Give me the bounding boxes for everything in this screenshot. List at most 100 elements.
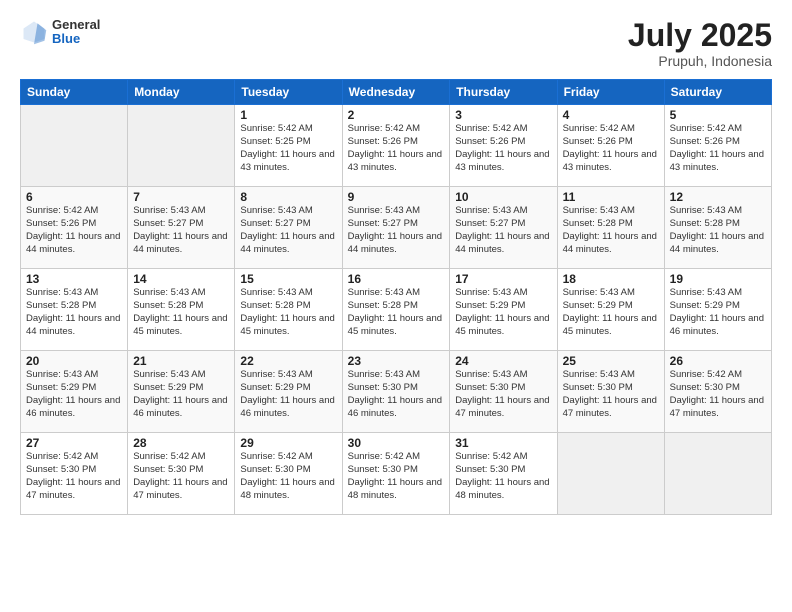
day-number: 17 — [455, 272, 551, 286]
day-number: 4 — [563, 108, 659, 122]
day-number: 10 — [455, 190, 551, 204]
calendar-cell: 22Sunrise: 5:43 AMSunset: 5:29 PMDayligh… — [235, 351, 342, 433]
calendar-cell: 16Sunrise: 5:43 AMSunset: 5:28 PMDayligh… — [342, 269, 450, 351]
calendar-title: July 2025 — [628, 18, 772, 53]
day-number: 8 — [240, 190, 336, 204]
calendar-cell: 20Sunrise: 5:43 AMSunset: 5:29 PMDayligh… — [21, 351, 128, 433]
header-sunday: Sunday — [21, 80, 128, 105]
day-info: Sunrise: 5:43 AMSunset: 5:28 PMDaylight:… — [563, 205, 659, 256]
calendar-cell: 8Sunrise: 5:43 AMSunset: 5:27 PMDaylight… — [235, 187, 342, 269]
calendar-week-row: 6Sunrise: 5:42 AMSunset: 5:26 PMDaylight… — [21, 187, 772, 269]
logo-blue-text: Blue — [52, 32, 100, 46]
calendar-table: Sunday Monday Tuesday Wednesday Thursday… — [20, 79, 772, 515]
header-thursday: Thursday — [450, 80, 557, 105]
day-info: Sunrise: 5:42 AMSunset: 5:26 PMDaylight:… — [563, 123, 659, 174]
day-number: 3 — [455, 108, 551, 122]
calendar-cell: 4Sunrise: 5:42 AMSunset: 5:26 PMDaylight… — [557, 105, 664, 187]
day-number: 5 — [670, 108, 766, 122]
logo-icon — [20, 18, 48, 46]
calendar-cell: 21Sunrise: 5:43 AMSunset: 5:29 PMDayligh… — [128, 351, 235, 433]
day-info: Sunrise: 5:43 AMSunset: 5:30 PMDaylight:… — [563, 369, 659, 420]
calendar-cell: 11Sunrise: 5:43 AMSunset: 5:28 PMDayligh… — [557, 187, 664, 269]
day-number: 15 — [240, 272, 336, 286]
calendar-cell: 1Sunrise: 5:42 AMSunset: 5:25 PMDaylight… — [235, 105, 342, 187]
day-info: Sunrise: 5:43 AMSunset: 5:28 PMDaylight:… — [133, 287, 229, 338]
calendar-cell: 14Sunrise: 5:43 AMSunset: 5:28 PMDayligh… — [128, 269, 235, 351]
day-number: 12 — [670, 190, 766, 204]
day-number: 1 — [240, 108, 336, 122]
calendar-cell: 23Sunrise: 5:43 AMSunset: 5:30 PMDayligh… — [342, 351, 450, 433]
day-info: Sunrise: 5:43 AMSunset: 5:30 PMDaylight:… — [455, 369, 551, 420]
day-info: Sunrise: 5:43 AMSunset: 5:28 PMDaylight:… — [670, 205, 766, 256]
day-number: 21 — [133, 354, 229, 368]
day-info: Sunrise: 5:43 AMSunset: 5:28 PMDaylight:… — [240, 287, 336, 338]
calendar-cell: 7Sunrise: 5:43 AMSunset: 5:27 PMDaylight… — [128, 187, 235, 269]
day-number: 19 — [670, 272, 766, 286]
calendar-cell: 12Sunrise: 5:43 AMSunset: 5:28 PMDayligh… — [664, 187, 771, 269]
day-info: Sunrise: 5:43 AMSunset: 5:27 PMDaylight:… — [133, 205, 229, 256]
calendar-cell: 9Sunrise: 5:43 AMSunset: 5:27 PMDaylight… — [342, 187, 450, 269]
calendar-week-row: 1Sunrise: 5:42 AMSunset: 5:25 PMDaylight… — [21, 105, 772, 187]
header-monday: Monday — [128, 80, 235, 105]
day-number: 16 — [348, 272, 445, 286]
calendar-cell: 31Sunrise: 5:42 AMSunset: 5:30 PMDayligh… — [450, 433, 557, 515]
calendar-location: Prupuh, Indonesia — [628, 53, 772, 69]
calendar-week-row: 13Sunrise: 5:43 AMSunset: 5:28 PMDayligh… — [21, 269, 772, 351]
calendar-cell: 28Sunrise: 5:42 AMSunset: 5:30 PMDayligh… — [128, 433, 235, 515]
calendar-cell: 18Sunrise: 5:43 AMSunset: 5:29 PMDayligh… — [557, 269, 664, 351]
day-number: 9 — [348, 190, 445, 204]
logo-general-text: General — [52, 18, 100, 32]
day-info: Sunrise: 5:42 AMSunset: 5:26 PMDaylight:… — [348, 123, 445, 174]
header-friday: Friday — [557, 80, 664, 105]
day-info: Sunrise: 5:42 AMSunset: 5:26 PMDaylight:… — [455, 123, 551, 174]
calendar-cell — [128, 105, 235, 187]
day-number: 29 — [240, 436, 336, 450]
day-info: Sunrise: 5:43 AMSunset: 5:29 PMDaylight:… — [26, 369, 122, 420]
day-number: 20 — [26, 354, 122, 368]
day-number: 23 — [348, 354, 445, 368]
calendar-cell: 6Sunrise: 5:42 AMSunset: 5:26 PMDaylight… — [21, 187, 128, 269]
day-info: Sunrise: 5:42 AMSunset: 5:26 PMDaylight:… — [26, 205, 122, 256]
day-info: Sunrise: 5:42 AMSunset: 5:30 PMDaylight:… — [26, 451, 122, 502]
day-info: Sunrise: 5:42 AMSunset: 5:25 PMDaylight:… — [240, 123, 336, 174]
day-info: Sunrise: 5:43 AMSunset: 5:27 PMDaylight:… — [455, 205, 551, 256]
day-info: Sunrise: 5:43 AMSunset: 5:30 PMDaylight:… — [348, 369, 445, 420]
calendar-cell — [664, 433, 771, 515]
day-info: Sunrise: 5:43 AMSunset: 5:27 PMDaylight:… — [348, 205, 445, 256]
calendar-cell: 10Sunrise: 5:43 AMSunset: 5:27 PMDayligh… — [450, 187, 557, 269]
calendar-cell: 30Sunrise: 5:42 AMSunset: 5:30 PMDayligh… — [342, 433, 450, 515]
calendar-week-row: 20Sunrise: 5:43 AMSunset: 5:29 PMDayligh… — [21, 351, 772, 433]
day-number: 31 — [455, 436, 551, 450]
day-number: 2 — [348, 108, 445, 122]
title-block: July 2025 Prupuh, Indonesia — [628, 18, 772, 69]
calendar-cell: 15Sunrise: 5:43 AMSunset: 5:28 PMDayligh… — [235, 269, 342, 351]
day-info: Sunrise: 5:43 AMSunset: 5:29 PMDaylight:… — [670, 287, 766, 338]
day-info: Sunrise: 5:43 AMSunset: 5:29 PMDaylight:… — [133, 369, 229, 420]
calendar-header-row: Sunday Monday Tuesday Wednesday Thursday… — [21, 80, 772, 105]
day-info: Sunrise: 5:43 AMSunset: 5:29 PMDaylight:… — [455, 287, 551, 338]
calendar-cell: 17Sunrise: 5:43 AMSunset: 5:29 PMDayligh… — [450, 269, 557, 351]
day-number: 11 — [563, 190, 659, 204]
day-number: 24 — [455, 354, 551, 368]
calendar-cell: 3Sunrise: 5:42 AMSunset: 5:26 PMDaylight… — [450, 105, 557, 187]
page-header: General Blue July 2025 Prupuh, Indonesia — [20, 18, 772, 69]
day-number: 28 — [133, 436, 229, 450]
day-number: 18 — [563, 272, 659, 286]
day-info: Sunrise: 5:43 AMSunset: 5:28 PMDaylight:… — [26, 287, 122, 338]
calendar-week-row: 27Sunrise: 5:42 AMSunset: 5:30 PMDayligh… — [21, 433, 772, 515]
calendar-cell: 5Sunrise: 5:42 AMSunset: 5:26 PMDaylight… — [664, 105, 771, 187]
day-number: 6 — [26, 190, 122, 204]
day-info: Sunrise: 5:42 AMSunset: 5:30 PMDaylight:… — [455, 451, 551, 502]
calendar-cell: 29Sunrise: 5:42 AMSunset: 5:30 PMDayligh… — [235, 433, 342, 515]
day-number: 27 — [26, 436, 122, 450]
day-info: Sunrise: 5:42 AMSunset: 5:30 PMDaylight:… — [348, 451, 445, 502]
calendar-cell: 26Sunrise: 5:42 AMSunset: 5:30 PMDayligh… — [664, 351, 771, 433]
day-number: 22 — [240, 354, 336, 368]
day-info: Sunrise: 5:43 AMSunset: 5:27 PMDaylight:… — [240, 205, 336, 256]
day-number: 26 — [670, 354, 766, 368]
day-info: Sunrise: 5:42 AMSunset: 5:30 PMDaylight:… — [670, 369, 766, 420]
calendar-cell: 27Sunrise: 5:42 AMSunset: 5:30 PMDayligh… — [21, 433, 128, 515]
header-tuesday: Tuesday — [235, 80, 342, 105]
header-saturday: Saturday — [664, 80, 771, 105]
calendar-cell: 13Sunrise: 5:43 AMSunset: 5:28 PMDayligh… — [21, 269, 128, 351]
